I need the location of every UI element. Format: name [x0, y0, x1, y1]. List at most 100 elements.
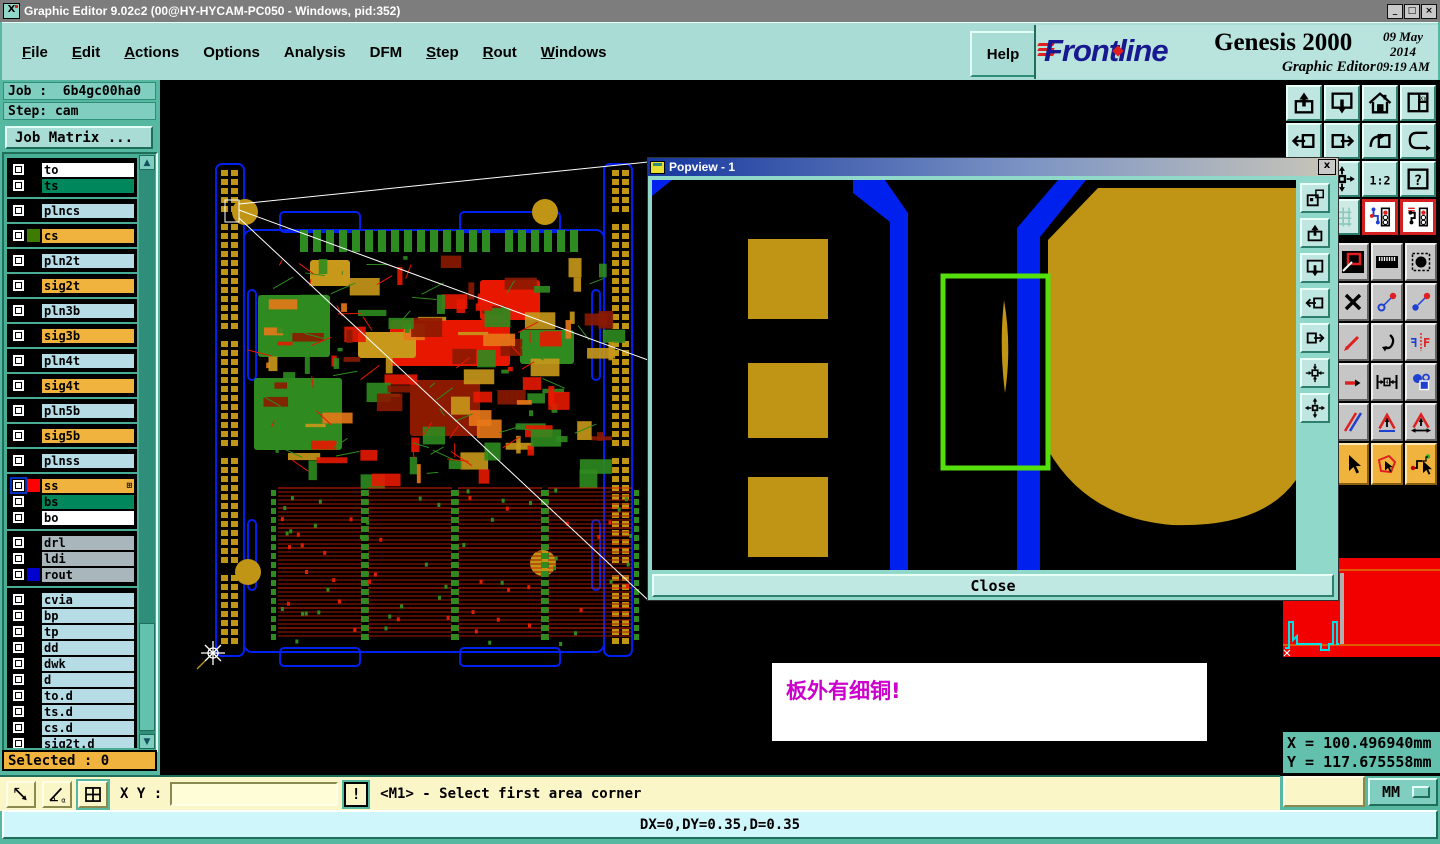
menu-windows[interactable]: Windows [541, 44, 607, 61]
layer-checkbox[interactable] [12, 429, 25, 442]
layer-checkbox[interactable] [12, 254, 25, 267]
layer-checkbox[interactable] [12, 536, 25, 549]
layer-name[interactable]: ldi [42, 551, 134, 566]
layer-color-swatch[interactable] [27, 689, 40, 702]
layer-name[interactable]: ts [42, 178, 134, 193]
copy-shapes-button[interactable] [1405, 363, 1437, 401]
layer-name[interactable]: to.d [42, 688, 134, 703]
layer-row-rout[interactable]: rout [10, 567, 134, 582]
layer-name[interactable]: plncs [42, 203, 134, 218]
layer-checkbox[interactable] [12, 495, 25, 508]
layer-checkbox[interactable] [12, 721, 25, 734]
maximize-button[interactable]: □ [1404, 3, 1420, 19]
layer-row-ts.d[interactable]: ts.d [10, 704, 134, 719]
scroll-thumb[interactable] [139, 623, 155, 731]
layer-checkbox[interactable] [12, 657, 25, 670]
layer-color-swatch[interactable] [27, 657, 40, 670]
layer-color-swatch[interactable] [27, 404, 40, 417]
layer-row-dwk[interactable]: dwk [10, 656, 134, 671]
popview-fit-button[interactable] [1300, 358, 1330, 388]
surface-up-button[interactable] [1371, 403, 1403, 441]
layer-checkbox[interactable] [12, 705, 25, 718]
layer-color-swatch[interactable] [27, 379, 40, 392]
move-fill-dot-button[interactable] [1405, 283, 1437, 321]
layer-row-sig3b[interactable]: sig3b [10, 328, 134, 343]
layer-checkbox[interactable] [12, 204, 25, 217]
layer-name[interactable]: tp [42, 624, 134, 639]
layer-row-cvia[interactable]: cvia [10, 592, 134, 607]
layer-color-swatch[interactable] [27, 229, 40, 242]
zoom-prev-button[interactable] [1286, 123, 1322, 159]
mirror-ff-button[interactable]: FF [1405, 323, 1437, 361]
delete-x-button[interactable] [1337, 283, 1369, 321]
move-open-dot-button[interactable] [1371, 283, 1403, 321]
layer-checkbox[interactable] [10, 477, 27, 494]
select-arrow-button[interactable] [1337, 443, 1369, 485]
layer-color-swatch[interactable] [27, 641, 40, 654]
layer-name[interactable]: ts.d [42, 704, 134, 719]
measure-angle-button[interactable]: α [42, 780, 72, 808]
layer-checkbox[interactable] [12, 511, 25, 524]
home-view-button[interactable] [1362, 85, 1398, 121]
netlist-a-button[interactable] [1362, 199, 1398, 235]
popview-canvas[interactable] [652, 180, 1296, 570]
layer-checkbox[interactable] [12, 593, 25, 606]
layer-row-ss[interactable]: ss ⊞ [10, 477, 134, 494]
stretch-line-button[interactable] [1337, 363, 1369, 401]
layer-row-sig4t[interactable]: sig4t [10, 378, 134, 393]
resize-symbol-button[interactable]: 4 [1371, 363, 1403, 401]
window-xy-button[interactable]: xy [1400, 85, 1436, 121]
layer-checkbox[interactable] [12, 304, 25, 317]
undo-view-button[interactable] [1362, 123, 1398, 159]
layer-name[interactable]: dwk [42, 656, 134, 671]
layer-color-swatch[interactable] [27, 536, 40, 549]
zoom-next-button[interactable] [1324, 123, 1360, 159]
layer-color-swatch[interactable] [27, 625, 40, 638]
layer-name[interactable]: pln3b [42, 303, 134, 318]
layer-checkbox[interactable] [12, 329, 25, 342]
layer-color-swatch[interactable] [27, 568, 40, 581]
surface-up-base-button[interactable] [1405, 403, 1437, 441]
layer-row-pln4t[interactable]: pln4t [10, 353, 134, 368]
layer-name[interactable]: sig4t [42, 378, 134, 393]
menu-dfm[interactable]: DFM [370, 44, 403, 61]
layer-name[interactable]: sig2t [42, 278, 134, 293]
layer-name[interactable]: pln2t [42, 253, 134, 268]
menu-actions[interactable]: Actions [124, 44, 179, 61]
layer-row-tp[interactable]: tp [10, 624, 134, 639]
layer-name[interactable]: cs.d [42, 720, 134, 735]
layer-checkbox[interactable] [12, 404, 25, 417]
layer-color-swatch[interactable] [27, 479, 40, 492]
layer-name[interactable]: to [42, 162, 134, 177]
layer-checkbox[interactable] [12, 454, 25, 467]
netlist-b-button[interactable] [1400, 199, 1436, 235]
layer-row-cs.d[interactable]: cs.d [10, 720, 134, 735]
layer-name[interactable]: sig2t.d [42, 736, 134, 748]
layer-checkbox[interactable] [12, 379, 25, 392]
popview-titlebar[interactable]: Popview - 1 x [648, 158, 1338, 176]
select-net-button[interactable] [1405, 443, 1437, 485]
pad-select-button[interactable] [1405, 243, 1437, 281]
menu-edit[interactable]: Edit [72, 44, 100, 61]
layer-name[interactable]: rout [42, 567, 134, 582]
layer-checkbox[interactable] [12, 229, 25, 242]
layer-name[interactable]: bo [42, 510, 134, 525]
layer-row-ts[interactable]: ts [10, 178, 134, 193]
layer-color-swatch[interactable] [27, 721, 40, 734]
s-route-button[interactable] [1400, 123, 1436, 159]
layer-color-swatch[interactable] [27, 673, 40, 686]
xy-input[interactable] [170, 782, 339, 806]
paste-up-button[interactable] [1286, 85, 1322, 121]
layer-row-sig5b[interactable]: sig5b [10, 428, 134, 443]
layer-name[interactable]: bp [42, 608, 134, 623]
layer-color-swatch[interactable] [27, 329, 40, 342]
popview-pan-button[interactable] [1300, 393, 1330, 423]
layer-checkbox[interactable] [12, 179, 25, 192]
scroll-up-icon[interactable]: ▲ [139, 155, 155, 170]
layer-name[interactable]: pln5b [42, 403, 134, 418]
layer-name[interactable]: cvia [42, 592, 134, 607]
draw-line-button[interactable] [1337, 323, 1369, 361]
layer-color-swatch[interactable] [27, 609, 40, 622]
menu-options[interactable]: Options [203, 44, 260, 61]
layer-row-sig2t.d[interactable]: sig2t.d [10, 736, 134, 748]
